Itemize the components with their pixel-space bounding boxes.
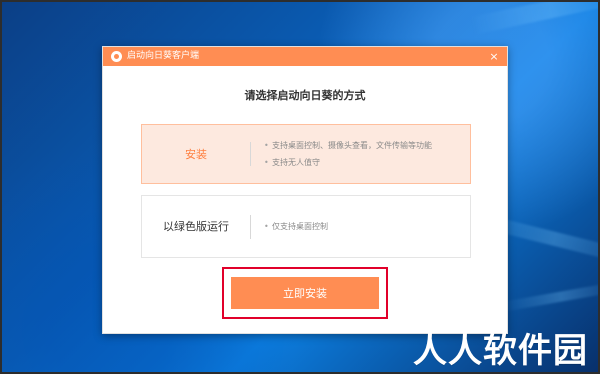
sunlogin-icon	[111, 51, 122, 62]
feature-text: 支持桌面控制、摄像头查看，文件传输等功能	[272, 140, 432, 150]
bullet-icon: •	[264, 221, 269, 231]
window-title: 启动向日葵客户端	[127, 51, 200, 61]
option-divider	[250, 214, 251, 239]
feature-item: • 支持无人值守	[264, 158, 432, 167]
background-light-beam	[470, 2, 598, 35]
install-option-label: 安装	[185, 147, 207, 161]
bullet-icon: •	[264, 158, 269, 167]
feature-item: • 支持桌面控制、摄像头查看，文件传输等功能	[264, 141, 432, 150]
background-light-beam	[501, 281, 598, 312]
feature-text: 仅支持桌面控制	[272, 221, 328, 231]
feature-item: • 仅支持桌面控制	[264, 222, 328, 231]
watermark: 人人软件园	[413, 331, 588, 371]
install-feature-list: • 支持桌面控制、摄像头查看，文件传输等功能 • 支持无人值守	[264, 141, 440, 167]
dialog-headline: 请选择启动向日葵的方式	[244, 89, 366, 102]
option-divider	[250, 142, 251, 166]
feature-text: 支持无人值守	[272, 158, 320, 167]
bullet-icon: •	[264, 140, 269, 150]
portable-option[interactable]: 以绿色版运行 • 仅支持桌面控制	[141, 195, 471, 258]
dialog-titlebar: 启动向日葵客户端 ×	[103, 47, 507, 66]
portable-option-label: 以绿色版运行	[163, 220, 229, 233]
launch-dialog: 启动向日葵客户端 × 请选择启动向日葵的方式 安装 • 支持桌面控制、摄像头查看…	[102, 46, 508, 334]
portable-feature-list: • 仅支持桌面控制	[264, 222, 336, 231]
close-icon[interactable]: ×	[488, 51, 500, 63]
install-now-button[interactable]: 立即安装	[231, 277, 379, 309]
desktop-screenshot-frame: 启动向日葵客户端 × 请选择启动向日葵的方式 安装 • 支持桌面控制、摄像头查看…	[0, 0, 600, 374]
title-group: 启动向日葵客户端	[111, 51, 199, 62]
install-option[interactable]: 安装 • 支持桌面控制、摄像头查看，文件传输等功能 • 支持无人值守	[141, 124, 471, 184]
